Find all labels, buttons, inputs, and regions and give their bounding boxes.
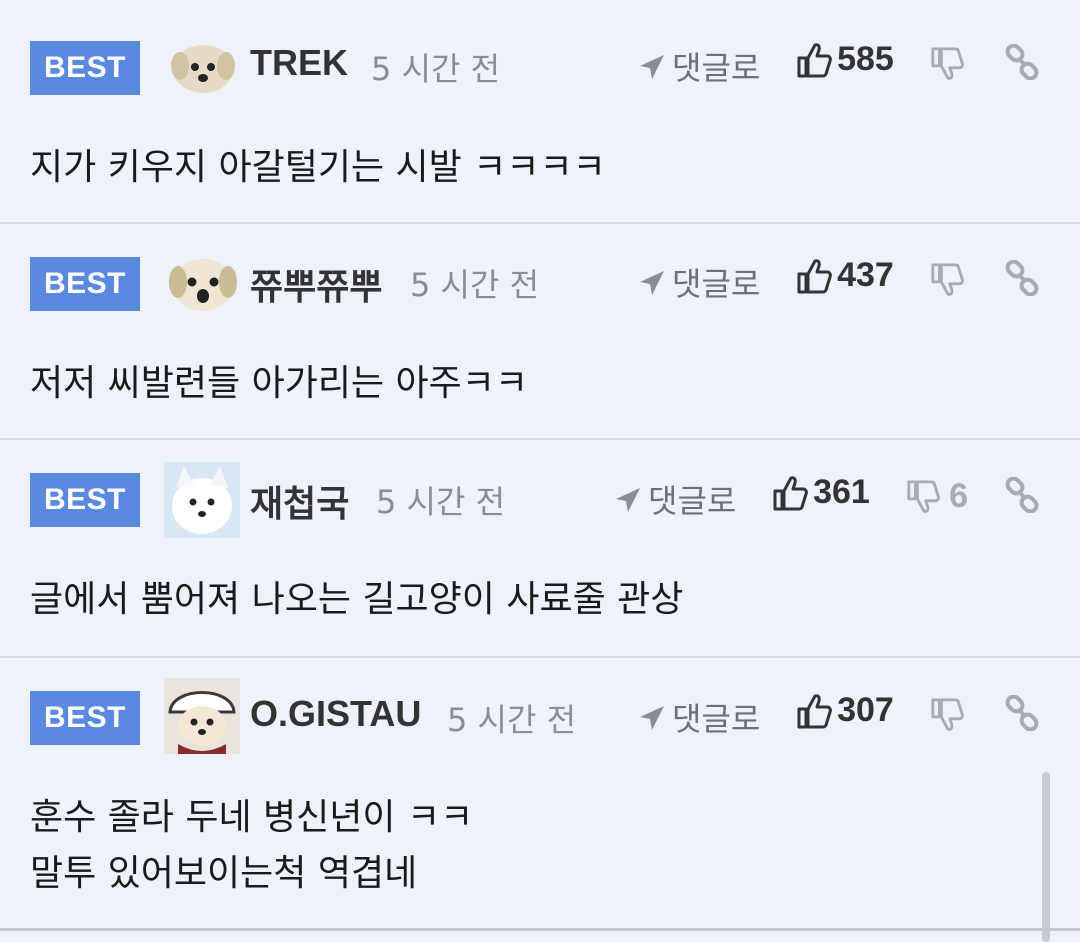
comment-text: 훈수 졸라 두네 병신년이 ㅋㅋ	[30, 797, 474, 838]
puppy-hat-avatar-icon[interactable]	[164, 678, 240, 754]
thumbs-down-icon	[931, 46, 964, 80]
comment-item: BEST 재첩국 5 시간 전 댓글로 361 6 글에서 뿜어져 나오는 길고…	[0, 440, 1080, 658]
like-button[interactable]: 307	[796, 691, 894, 730]
thumbs-down-icon	[907, 479, 940, 513]
username[interactable]: 재첩국	[250, 475, 349, 527]
like-button[interactable]: 585	[796, 40, 894, 79]
reply-label: 댓글로	[672, 49, 761, 87]
link-icon[interactable]	[1004, 260, 1040, 296]
thumbs-up-icon	[773, 475, 808, 510]
dislike-count: 6	[949, 477, 969, 515]
comment-text: 말투 있어보이는척 역겹네	[30, 853, 418, 894]
best-badge: BEST	[30, 691, 140, 745]
puppy-avatar-icon[interactable]	[168, 250, 238, 316]
dislike-button[interactable]	[930, 44, 968, 83]
reply-label: 댓글로	[672, 700, 761, 738]
comment-text: 글에서 뿜어져 나오는 길고양이 사료줄 관상	[30, 579, 684, 620]
like-button[interactable]: 437	[796, 256, 894, 295]
like-count: 307	[837, 691, 894, 729]
reply-arrow-icon	[616, 488, 640, 512]
like-count: 437	[837, 256, 894, 294]
reply-label: 댓글로	[672, 265, 761, 303]
comment-text: 지가 키우지 아갈털기는 시발 ㅋㅋㅋㅋ	[30, 147, 606, 188]
dislike-button[interactable]: 6	[906, 477, 968, 516]
reply-button[interactable]: 댓글로	[638, 259, 760, 305]
thumbs-down-icon	[931, 262, 964, 296]
like-count: 585	[837, 40, 894, 78]
scrollbar[interactable]	[1042, 772, 1050, 942]
reply-arrow-icon	[640, 271, 664, 295]
timestamp: 5 시간 전	[371, 50, 501, 88]
dislike-button[interactable]	[930, 695, 968, 734]
bottom-divider	[0, 928, 1080, 931]
reply-arrow-icon	[640, 706, 664, 730]
reply-button[interactable]: 댓글로	[638, 694, 760, 740]
username[interactable]: TREK	[250, 42, 348, 84]
reply-label: 댓글로	[648, 482, 737, 520]
reply-arrow-icon	[640, 55, 664, 79]
timestamp: 5 시간 전	[410, 266, 540, 304]
thumbs-down-icon	[931, 697, 964, 731]
best-badge: BEST	[30, 41, 140, 95]
comment-item: BEST 쮸뿌쮸뿌 5 시간 전 댓글로 437 저저 씨발련들 아가리는 아주…	[0, 224, 1080, 440]
like-count: 361	[813, 473, 870, 511]
reply-button[interactable]: 댓글로	[614, 476, 736, 522]
comment-item: BEST TREK 5 시간 전 댓글로 585 지가 키우지 아갈털기는 시발…	[0, 0, 1080, 224]
link-icon[interactable]	[1004, 44, 1040, 80]
comment-item: BEST O.GISTAU 5 시간 전 댓글로 307 훈수 졸라 두네 병신…	[0, 658, 1080, 928]
username[interactable]: O.GISTAU	[250, 693, 421, 735]
comment-text: 저저 씨발련들 아가리는 아주ㅋㅋ	[30, 363, 529, 404]
puppy-avatar-icon[interactable]	[170, 36, 236, 98]
link-icon[interactable]	[1004, 477, 1040, 513]
reply-button[interactable]: 댓글로	[638, 43, 760, 89]
thumbs-up-icon	[797, 42, 832, 77]
thumbs-up-icon	[797, 693, 832, 728]
username[interactable]: 쮸뿌쮸뿌	[250, 258, 382, 310]
white-dog-avatar-icon[interactable]	[164, 462, 240, 538]
link-icon[interactable]	[1004, 695, 1040, 731]
timestamp: 5 시간 전	[447, 701, 577, 739]
thumbs-up-icon	[797, 258, 832, 293]
best-badge: BEST	[30, 257, 140, 311]
like-button[interactable]: 361	[772, 473, 870, 512]
best-badge: BEST	[30, 473, 140, 527]
dislike-button[interactable]	[930, 260, 968, 299]
timestamp: 5 시간 전	[376, 483, 506, 521]
